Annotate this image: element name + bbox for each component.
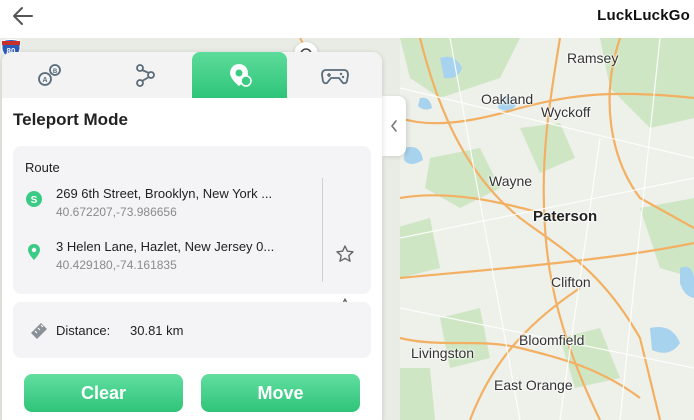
end-coordinates: 40.429180,-74.161835 xyxy=(56,258,177,272)
page-title: Teleport Mode xyxy=(13,110,128,129)
map-label-east-orange: East Orange xyxy=(494,377,573,393)
ab-route-icon: A B xyxy=(37,64,61,86)
back-arrow-icon[interactable] xyxy=(10,4,36,28)
start-coordinates: 40.672207,-73.986656 xyxy=(56,205,177,219)
map-label-bloomfield: Bloomfield xyxy=(519,332,585,348)
multi-stop-route-icon xyxy=(135,64,155,87)
top-bar: LuckLuckGo xyxy=(0,0,694,38)
tab-joystick[interactable] xyxy=(287,52,382,98)
location-pin-icon xyxy=(28,244,40,260)
ruler-icon xyxy=(31,323,47,339)
map-label-wyckoff: Wyckoff xyxy=(541,104,591,120)
map-label-livingston: Livingston xyxy=(411,345,475,361)
collapse-panel-button[interactable] xyxy=(382,96,406,156)
chevron-left-icon xyxy=(390,120,397,132)
map-label-oakland: Oakland xyxy=(481,91,534,107)
joystick-icon xyxy=(320,69,349,85)
tab-teleport[interactable] xyxy=(192,52,287,98)
vertical-divider xyxy=(322,178,323,282)
svg-text:A: A xyxy=(42,77,47,84)
brand-title: LuckLuckGo xyxy=(597,7,690,24)
map-label-paterson: Paterson xyxy=(533,208,598,225)
route-card: Route S 269 6th Street, Brooklyn, New Yo… xyxy=(13,146,371,315)
map-label-clifton: Clifton xyxy=(551,274,591,290)
move-button[interactable]: Move xyxy=(201,374,360,412)
tab-multi-stop-route[interactable] xyxy=(97,52,192,98)
start-badge-text: S xyxy=(31,195,38,206)
route-label: Route xyxy=(25,160,60,175)
star-icon[interactable] xyxy=(335,244,355,264)
start-pin-icon: S xyxy=(26,191,42,207)
map-label-wayne: Wayne xyxy=(489,173,533,189)
svg-text:B: B xyxy=(52,69,57,75)
distance-value: 30.81 km xyxy=(130,323,184,338)
tab-ab-route[interactable]: A B xyxy=(2,52,97,98)
teleport-icon xyxy=(229,64,252,87)
end-address: 3 Helen Lane, Hazlet, New Jersey 0... xyxy=(56,239,275,254)
distance-label: Distance: xyxy=(56,323,111,338)
mode-panel: A B Teleport Mode Route S 269 6th Street… xyxy=(2,52,382,420)
map-label-ramsey: Ramsey xyxy=(567,50,619,66)
mode-tabs: A B xyxy=(2,52,382,98)
distance-card: Distance: 30.81 km xyxy=(13,302,371,358)
start-address: 269 6th Street, Brooklyn, New York ... xyxy=(56,186,273,201)
clear-button[interactable]: Clear xyxy=(24,374,183,412)
